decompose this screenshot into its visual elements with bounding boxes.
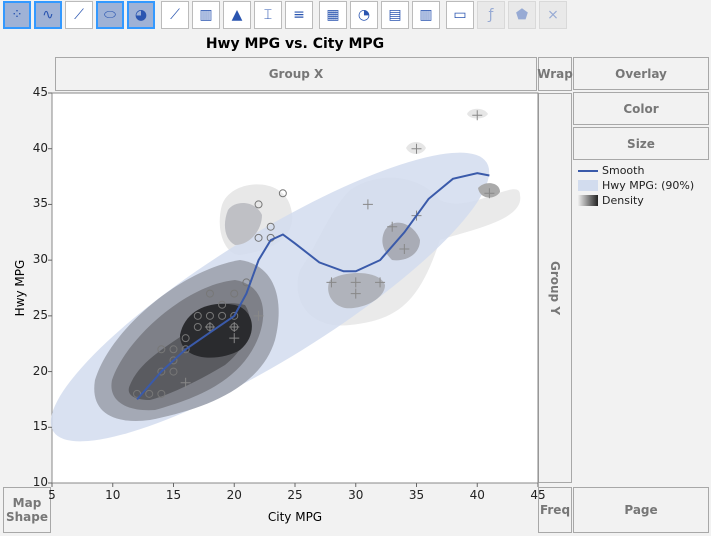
- plot-area[interactable]: [0, 0, 711, 536]
